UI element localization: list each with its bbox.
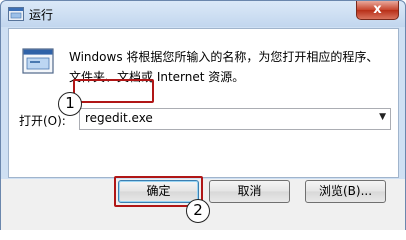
command-input[interactable]: regedit.exe — [85, 111, 153, 125]
command-combobox[interactable]: regedit.exe ▼ — [79, 108, 391, 130]
browse-button[interactable]: 浏览(B)... — [305, 180, 386, 203]
run-program-icon — [22, 48, 54, 74]
cancel-button[interactable]: 取消 — [209, 180, 290, 203]
step-2-badge: 2 — [186, 199, 210, 223]
run-dialog-window: 运行 x Windows 将根据您所输入的名称，为您打开相应的程序、文件夹、文档… — [0, 0, 406, 230]
run-icon — [8, 7, 24, 21]
open-label: 打开(O): — [19, 114, 66, 128]
command-highlight-box — [73, 79, 154, 103]
close-button[interactable]: x — [356, 1, 399, 20]
chevron-down-icon[interactable]: ▼ — [379, 112, 386, 122]
window-title: 运行 — [29, 8, 54, 22]
step-1-badge: 1 — [58, 92, 82, 116]
title-bar[interactable]: 运行 x — [1, 1, 405, 27]
